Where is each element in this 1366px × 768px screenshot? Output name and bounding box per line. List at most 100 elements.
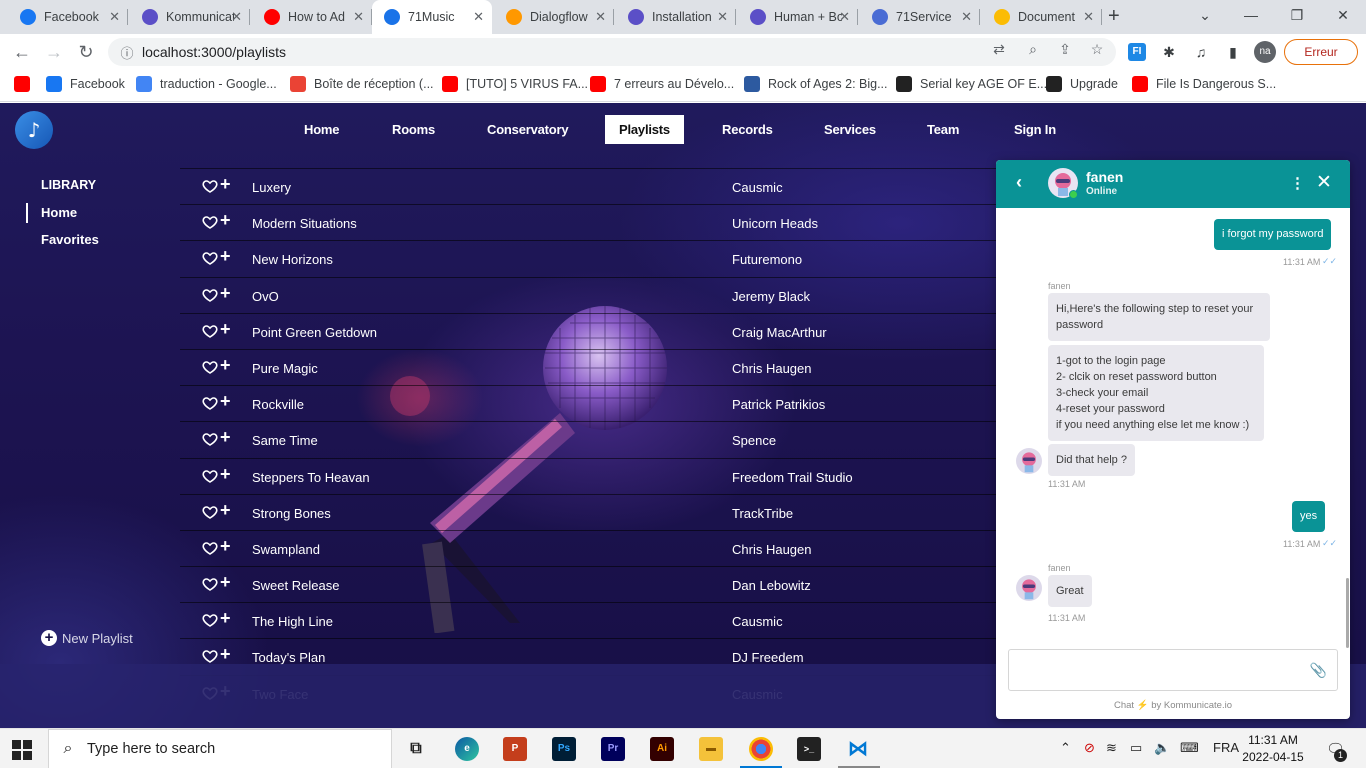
add-to-playlist-icon[interactable]: + bbox=[220, 428, 231, 446]
browser-tab[interactable]: How to Ad ✕ bbox=[252, 0, 372, 34]
song-row[interactable]: + Pure Magic Chris Haugen bbox=[180, 348, 1010, 385]
premiere-icon[interactable]: Pr bbox=[601, 737, 625, 761]
add-to-playlist-icon[interactable]: + bbox=[220, 501, 231, 519]
minimize-button[interactable]: — bbox=[1228, 0, 1274, 34]
windows-start-icon[interactable] bbox=[12, 740, 32, 760]
bookmark-item[interactable]: Serial key AGE OF E... bbox=[896, 76, 1047, 92]
nav-sign-in[interactable]: Sign In bbox=[1014, 115, 1056, 144]
restore-button[interactable]: ❐ bbox=[1274, 0, 1320, 34]
powerpoint-icon[interactable]: P bbox=[503, 737, 527, 761]
heart-icon[interactable] bbox=[202, 250, 218, 266]
heart-icon[interactable] bbox=[202, 576, 218, 592]
taskbar-clock[interactable]: 11:31 AM 2022-04-15 bbox=[1240, 732, 1306, 766]
library-item-favorites[interactable]: Favorites bbox=[41, 232, 99, 247]
song-row[interactable]: + Modern Situations Unicorn Heads bbox=[180, 204, 1010, 240]
address-bar[interactable]: ⓘ localhost:3000/playlists bbox=[108, 38, 1116, 66]
add-to-playlist-icon[interactable]: + bbox=[220, 247, 231, 265]
file-explorer-icon[interactable]: ▬ bbox=[699, 737, 723, 761]
side-panel-icon[interactable]: ▮ bbox=[1224, 43, 1242, 61]
heart-icon[interactable] bbox=[202, 431, 218, 447]
taskbar-search[interactable]: ⌕ Type here to search bbox=[48, 729, 392, 768]
bookmark-item[interactable]: Facebook bbox=[46, 76, 125, 92]
add-to-playlist-icon[interactable]: + bbox=[220, 609, 231, 627]
song-row[interactable]: + Same Time Spence bbox=[180, 421, 1010, 457]
nav-team[interactable]: Team bbox=[927, 115, 959, 144]
browser-tab[interactable]: Facebook ✕ bbox=[8, 0, 128, 34]
song-row[interactable]: + Point Green Getdown Craig MacArthur bbox=[180, 312, 1010, 349]
browser-tab[interactable]: Document ✕ bbox=[982, 0, 1102, 34]
browser-tab[interactable]: Dialogflow ✕ bbox=[494, 0, 614, 34]
close-tab-icon[interactable]: ✕ bbox=[353, 9, 364, 25]
add-to-playlist-icon[interactable]: + bbox=[220, 537, 231, 555]
wifi-icon[interactable]: ≋ bbox=[1106, 740, 1117, 756]
error-button[interactable]: Erreur bbox=[1284, 39, 1358, 65]
song-row[interactable]: + Steppers To Heavan Freedom Trail Studio bbox=[180, 457, 1010, 494]
browser-tab[interactable]: Human + Bot ✕ bbox=[738, 0, 858, 34]
close-tab-icon[interactable]: ✕ bbox=[473, 9, 484, 25]
extensions-puzzle-icon[interactable]: ✱ bbox=[1160, 43, 1178, 61]
photoshop-icon[interactable]: Ps bbox=[552, 737, 576, 761]
bookmark-star-icon[interactable]: ☆ bbox=[1088, 40, 1106, 58]
reload-icon[interactable]: ↻ bbox=[74, 40, 98, 64]
new-tab-button[interactable]: + bbox=[1108, 5, 1120, 28]
add-to-playlist-icon[interactable]: + bbox=[220, 211, 231, 229]
bookmark-item[interactable] bbox=[14, 76, 38, 92]
site-logo[interactable]: ♪ bbox=[15, 111, 53, 149]
zoom-icon[interactable]: ⌕ bbox=[1024, 40, 1042, 58]
illustrator-icon[interactable]: Ai bbox=[650, 737, 674, 761]
browser-tab[interactable]: Installation ✕ bbox=[616, 0, 736, 34]
close-tab-icon[interactable]: ✕ bbox=[839, 9, 850, 25]
add-to-playlist-icon[interactable]: + bbox=[220, 573, 231, 591]
vscode-icon[interactable]: ⋈ bbox=[846, 737, 870, 761]
close-tab-icon[interactable]: ✕ bbox=[231, 9, 242, 25]
heart-icon[interactable] bbox=[202, 395, 218, 411]
close-tab-icon[interactable]: ✕ bbox=[961, 9, 972, 25]
nav-conservatory[interactable]: Conservatory bbox=[487, 115, 569, 144]
edge-icon[interactable]: e bbox=[455, 737, 479, 761]
close-tab-icon[interactable]: ✕ bbox=[595, 9, 606, 25]
bookmark-item[interactable]: File Is Dangerous S... bbox=[1132, 76, 1276, 92]
input-language[interactable]: FRA bbox=[1213, 740, 1239, 755]
heart-icon[interactable] bbox=[202, 178, 218, 194]
add-to-playlist-icon[interactable]: + bbox=[220, 284, 231, 302]
keyboard-icon[interactable]: ⌨ bbox=[1180, 740, 1199, 756]
bookmark-item[interactable]: [TUTO] 5 VIRUS FA... bbox=[442, 76, 588, 92]
heart-icon[interactable] bbox=[202, 214, 218, 230]
library-item-home[interactable]: Home bbox=[41, 205, 77, 220]
heart-icon[interactable] bbox=[202, 612, 218, 628]
song-row[interactable]: + Sweet Release Dan Lebowitz bbox=[180, 566, 1010, 602]
chat-scrollbar[interactable] bbox=[1346, 578, 1349, 648]
heart-icon[interactable] bbox=[202, 468, 218, 484]
bookmark-item[interactable]: Boîte de réception (... bbox=[290, 76, 434, 92]
chrome-icon[interactable] bbox=[749, 737, 773, 761]
nav-services[interactable]: Services bbox=[824, 115, 876, 144]
add-to-playlist-icon[interactable]: + bbox=[220, 175, 231, 193]
attachment-icon[interactable]: 📎 bbox=[1310, 662, 1327, 679]
bookmark-item[interactable]: traduction - Google... bbox=[136, 76, 277, 92]
heart-icon[interactable] bbox=[202, 323, 218, 339]
task-view-icon[interactable]: ⧉ bbox=[404, 737, 428, 761]
media-control-icon[interactable]: ♫ bbox=[1192, 43, 1210, 61]
add-to-playlist-icon[interactable]: + bbox=[220, 645, 231, 663]
song-row[interactable]: + Strong Bones TrackTribe bbox=[180, 493, 1010, 530]
nav-playlists[interactable]: Playlists bbox=[605, 115, 684, 144]
back-arrow-icon[interactable]: ← bbox=[10, 40, 34, 64]
song-row[interactable]: + New Horizons Futuremono bbox=[180, 240, 1010, 276]
song-row[interactable]: + Rockville Patrick Patrikios bbox=[180, 385, 1010, 421]
volume-icon[interactable]: 🔈 bbox=[1154, 740, 1170, 756]
add-to-playlist-icon[interactable]: + bbox=[220, 356, 231, 374]
battery-icon[interactable]: ▭ bbox=[1130, 740, 1142, 756]
song-row[interactable]: + The High Line Causmic bbox=[180, 602, 1010, 638]
profile-avatar[interactable]: na bbox=[1254, 41, 1276, 63]
more-options-icon[interactable]: ⋮ bbox=[1290, 174, 1305, 192]
add-to-playlist-icon[interactable]: + bbox=[220, 320, 231, 338]
powered-by[interactable]: Chat ⚡ by Kommunicate.io bbox=[996, 700, 1350, 711]
network-error-icon[interactable]: ⊘ bbox=[1084, 740, 1095, 756]
nav-records[interactable]: Records bbox=[722, 115, 773, 144]
browser-tab[interactable]: Kommunicate✕ bbox=[130, 0, 250, 34]
add-to-playlist-icon[interactable]: + bbox=[220, 465, 231, 483]
close-icon[interactable]: ✕ bbox=[1316, 171, 1332, 194]
close-tab-icon[interactable]: ✕ bbox=[1083, 9, 1094, 25]
heart-icon[interactable] bbox=[202, 540, 218, 556]
chevron-left-icon[interactable]: ‹ bbox=[1016, 172, 1022, 193]
